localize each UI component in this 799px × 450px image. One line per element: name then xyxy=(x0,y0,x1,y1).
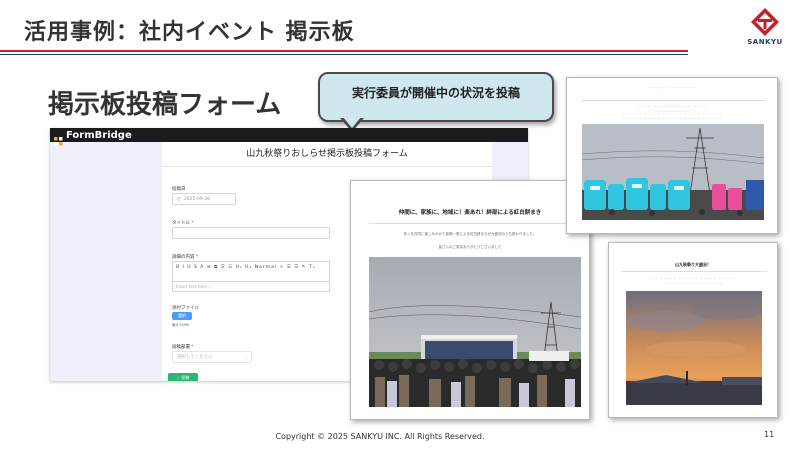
editor-body[interactable]: Insert text here ... xyxy=(172,281,330,292)
post-main-rule xyxy=(369,223,573,224)
post-top-right-title: ・・・・・・ ・・ ・・・・・ ・・・ xyxy=(646,86,698,90)
post-bottom-right-line1: ・・・・・・・・・・・・・・・・・・・・・・・・・・・・・・・・・・ xyxy=(650,277,736,280)
post-top-right-line3: ・・・・・・・・・・・・・・・・・・・・・・・・・・・・・・・・・・・・・・・・ xyxy=(621,117,722,120)
callout-tail-inner xyxy=(343,117,361,128)
page-number: 11 xyxy=(764,430,775,439)
date-input[interactable]: ◷ 2025-09-30 xyxy=(172,193,236,205)
sankyu-logo-icon xyxy=(751,8,779,36)
date-label: 投稿日 xyxy=(172,187,186,192)
post-top-right-line1: ・・・・・・・・・・・・・・・・・・・・・・・・・・・・ xyxy=(636,105,707,108)
calendar-icon: ◷ xyxy=(177,196,181,202)
sunset-photo xyxy=(626,291,762,405)
formbridge-header: FormBridge xyxy=(50,128,528,145)
file-size-note: 最大10MB xyxy=(172,323,189,327)
section-heading: 掲示板投稿フォーム xyxy=(48,90,282,120)
submit-button[interactable]: ✓ 投稿 xyxy=(168,373,198,381)
post-top-right-screenshot: ・・・・・・ ・・ ・・・・・ ・・・ ・・・・・・・・・・・・・・・・・・・・… xyxy=(566,77,778,234)
inflatable-attraction-photo xyxy=(582,124,764,220)
copyright-footer: Copyright © 2025 SANKYU INC. All Rights … xyxy=(275,432,485,441)
post-top-right-rule xyxy=(581,100,765,101)
title-label: タイトル * xyxy=(172,221,194,226)
post-main-line1: 多くを共同に楽しみかけて参照一堂による紅白餅まきが大盛況のうち終わりました。 xyxy=(403,232,537,236)
content-label: 詳細の内容 * xyxy=(172,255,199,260)
author-select[interactable]: 選択してください ⌄ xyxy=(172,351,252,363)
post-main-screenshot: 仲間に、家族に、地域に！楽あれ！絆部による紅白餅まき 多くを共同に楽しみかけて参… xyxy=(350,180,590,420)
post-main-line2: 皆さんのご参加ありがとうございました xyxy=(438,245,502,249)
slide: 活用事例：社内イベント 掲示板 SANKYU 掲示板投稿フォーム 実行委員が開催… xyxy=(0,0,799,450)
post-bottom-right-line2: ・・・・・・・・・・・・・・・・・・・・・・・ xyxy=(664,282,722,285)
post-bottom-right-title: 山九秋祭り大盛況！ xyxy=(675,262,711,267)
file-label: 添付ファイル xyxy=(172,306,199,311)
editor-toolbar[interactable]: B I U S A ≡ ⧉ ☰ ☷ H₁ H₂ Normal ÷ ☰ ☰ ✎ T… xyxy=(172,261,330,281)
callout-bubble: 実行委員が開催中の状況を投稿 xyxy=(318,72,554,122)
form-title: 山九秋祭りおしらせ掲示板投稿フォーム xyxy=(246,149,408,159)
title-input[interactable] xyxy=(172,227,330,239)
form-divider xyxy=(162,166,492,167)
event-stage-photo xyxy=(369,257,581,407)
logo-text: SANKYU xyxy=(747,38,783,46)
sankyu-logo: SANKYU xyxy=(738,8,792,48)
formbridge-logo-icon xyxy=(54,131,63,145)
post-main-title: 仲間に、家族に、地域に！楽あれ！絆部による紅白餅まき xyxy=(398,210,542,216)
post-bottom-right-rule xyxy=(621,271,767,272)
chevron-down-icon: ⌄ xyxy=(244,354,248,360)
title-rule-red xyxy=(0,50,688,52)
formbridge-brand: FormBridge xyxy=(66,129,132,141)
author-label: 投稿部署 * xyxy=(172,345,194,350)
title-rule-blue xyxy=(0,54,688,55)
slide-title: 活用事例：社内イベント 掲示板 xyxy=(24,20,355,45)
post-top-right-line2: ・・・・・・・・・・・・・・・ xyxy=(653,110,691,113)
file-select-button[interactable]: 選択 xyxy=(172,312,192,320)
post-bottom-right-screenshot: 山九秋祭り大盛況！ ・・・・・・・・・・・・・・・・・・・・・・・・・・・・・・… xyxy=(608,242,778,418)
